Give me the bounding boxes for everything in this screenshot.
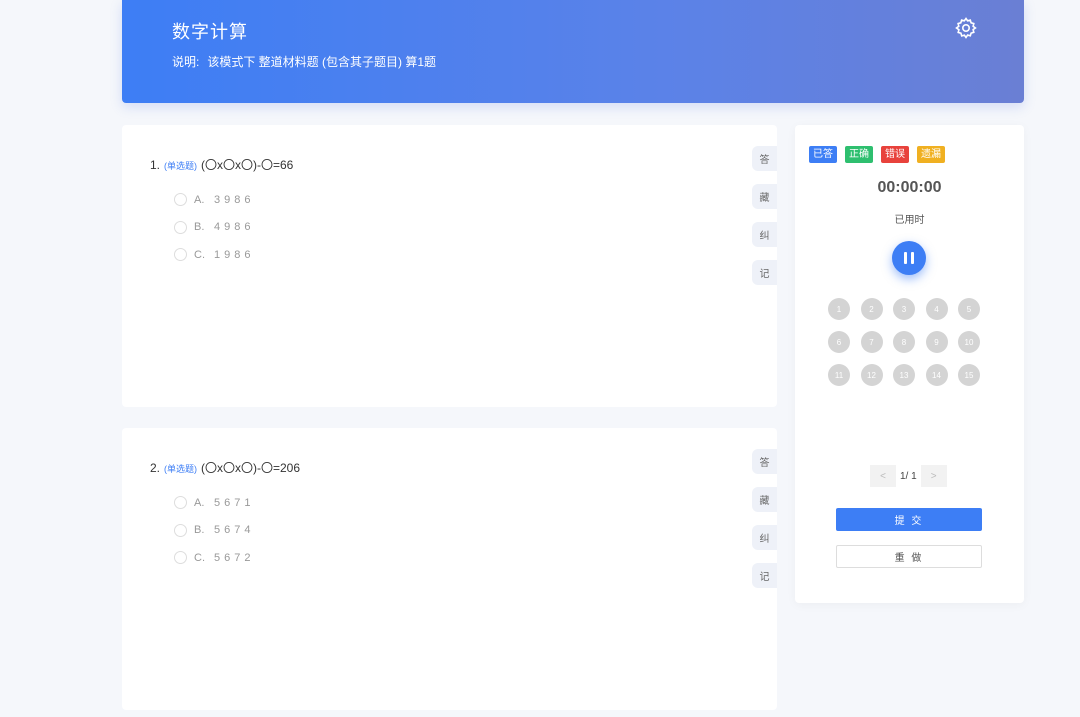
pause-icon: [911, 252, 914, 264]
options-list: A. 3986 B. 4986 C. 1986: [174, 186, 254, 269]
header-banner: 数字计算 说明: 该模式下 整道材料题 (包含其子题目) 算1题: [122, 0, 1024, 103]
question-number: 2.: [150, 461, 161, 475]
tab-note[interactable]: 记: [752, 563, 777, 588]
radio-icon[interactable]: [174, 496, 187, 510]
option-letter: A.: [194, 193, 205, 206]
radio-icon[interactable]: [174, 193, 187, 207]
question-title: 1. (单选题) (〇x〇x〇)-〇=66: [150, 156, 293, 173]
tab-correction[interactable]: 纠: [752, 222, 777, 247]
question-number-cell[interactable]: 13: [893, 364, 915, 386]
timer: 00:00:00: [877, 179, 942, 196]
question-number-cell[interactable]: 5: [958, 298, 980, 320]
question-number-cell[interactable]: 8: [893, 331, 915, 353]
question-number-cell[interactable]: 11: [828, 364, 850, 386]
question-card-1: 1. (单选题) (〇x〇x〇)-〇=66 A. 3986 B. 4986 C. 19…: [122, 125, 777, 407]
options-list: A. 5671 B. 5674 C. 5672: [174, 489, 254, 572]
description-text: 该模式下 整道材料题 (包含其子题目) 算1题: [207, 55, 437, 69]
legend-missed: 遗漏: [917, 146, 945, 163]
radio-icon[interactable]: [174, 248, 187, 262]
pagination: < 1/ 1 >: [870, 465, 947, 487]
page-indicator: 1/ 1: [900, 470, 917, 482]
option-letter: B.: [194, 524, 205, 537]
radio-icon[interactable]: [174, 523, 187, 537]
option-value: 3986: [214, 193, 255, 206]
question-card-2: 2. (单选题) (〇x〇x〇)-〇=206 A. 5671 B. 5674 C. 5…: [122, 428, 777, 710]
option-b[interactable]: B. 4986: [174, 214, 254, 242]
tab-answer[interactable]: 答: [752, 449, 777, 474]
submit-button[interactable]: 提 交: [836, 508, 982, 531]
legend-wrong: 错误: [881, 146, 909, 163]
status-legend: 已答 正确 错误 遗漏: [809, 146, 953, 163]
question-number-cell[interactable]: 15: [958, 364, 980, 386]
option-letter: B.: [194, 221, 205, 234]
question-number-cell[interactable]: 3: [893, 298, 915, 320]
tab-correction[interactable]: 纠: [752, 525, 777, 550]
radio-icon[interactable]: [174, 220, 187, 234]
description-label: 说明:: [172, 55, 200, 69]
tab-favorite[interactable]: 藏: [752, 487, 777, 512]
option-value: 5671: [214, 496, 255, 509]
option-value: 4986: [214, 221, 255, 234]
option-a[interactable]: A. 5671: [174, 489, 254, 517]
option-b[interactable]: B. 5674: [174, 517, 254, 545]
question-title: 2. (单选题) (〇x〇x〇)-〇=206: [150, 459, 300, 476]
question-stem: (〇x〇x〇)-〇=206: [201, 461, 301, 475]
question-number-cell[interactable]: 6: [828, 331, 850, 353]
option-a[interactable]: A. 3986: [174, 186, 254, 214]
tab-favorite[interactable]: 藏: [752, 184, 777, 209]
question-number-cell[interactable]: 10: [958, 331, 980, 353]
answer-sheet-panel: 已答 正确 错误 遗漏 00:00:00 已用时 1 2 3 4 5 6 7 8 9 10 11 12…: [795, 125, 1024, 603]
option-letter: C.: [194, 248, 205, 261]
option-value: 5672: [214, 551, 255, 564]
radio-icon[interactable]: [174, 551, 187, 565]
option-c[interactable]: C. 1986: [174, 241, 254, 269]
question-stem: (〇x〇x〇)-〇=66: [201, 158, 294, 172]
next-page-button[interactable]: >: [920, 465, 947, 487]
question-number-cell[interactable]: 14: [925, 364, 948, 386]
question-number: 1.: [150, 158, 161, 172]
question-number-cell[interactable]: 4: [925, 298, 948, 320]
option-value: 5674: [214, 524, 255, 537]
option-letter: C.: [194, 551, 205, 564]
question-type: (单选题): [164, 161, 198, 171]
page-title: 数字计算: [172, 22, 248, 42]
question-number-cell[interactable]: 2: [860, 298, 883, 320]
page-description: 说明: 该模式下 整道材料题 (包含其子题目) 算1题: [172, 53, 436, 70]
question-number-cell[interactable]: 1: [828, 298, 850, 320]
question-number-cell[interactable]: 7: [860, 331, 883, 353]
legend-correct: 正确: [845, 146, 873, 163]
question-type: (单选题): [164, 464, 198, 474]
question-number-grid: 1 2 3 4 5 6 7 8 9 10 11 12 13 14 15: [828, 298, 980, 386]
legend-answered: 已答: [809, 146, 837, 163]
prev-page-button[interactable]: <: [870, 465, 896, 487]
side-tabs: 答 藏 纠 记: [752, 449, 777, 601]
pause-icon: [904, 252, 907, 264]
option-value: 1986: [214, 248, 255, 261]
timer-label: 已用时: [894, 215, 925, 226]
pause-button[interactable]: [892, 241, 926, 275]
tab-answer[interactable]: 答: [752, 146, 777, 171]
option-c[interactable]: C. 5672: [174, 544, 254, 572]
side-tabs: 答 藏 纠 记: [752, 146, 777, 298]
question-number-cell[interactable]: 9: [925, 331, 948, 353]
option-letter: A.: [194, 496, 205, 509]
tab-note[interactable]: 记: [752, 260, 777, 285]
redo-button[interactable]: 重 做: [836, 545, 982, 568]
question-number-cell[interactable]: 12: [860, 364, 883, 386]
gear-icon[interactable]: [954, 16, 978, 40]
